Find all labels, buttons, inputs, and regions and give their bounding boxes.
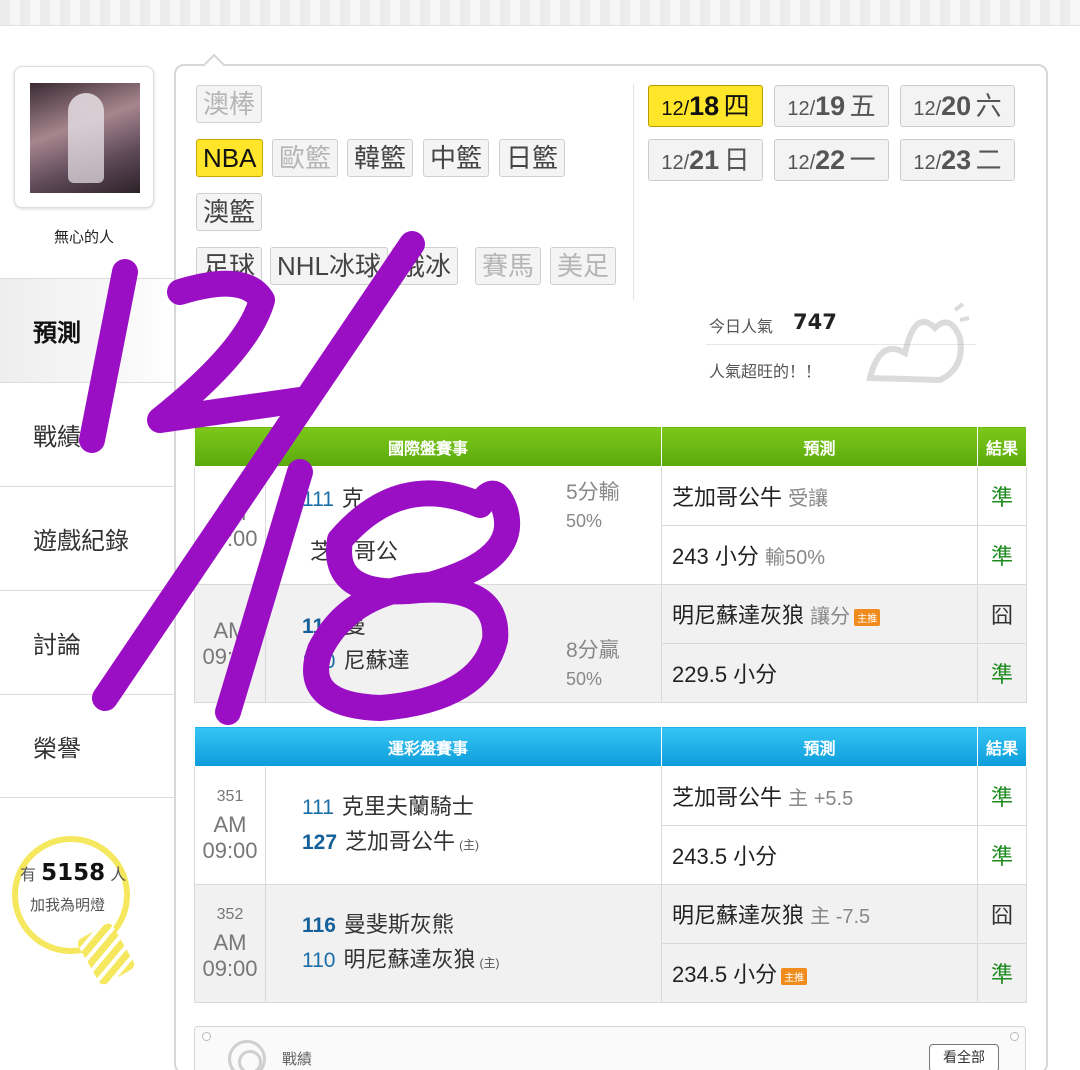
sidebar-menu: 預測 戰績 遊戲紀錄 討論 榮譽 [0, 278, 174, 798]
column-header-event: 運彩盤賽事 [193, 726, 663, 767]
game-time: AM 09:00 [194, 466, 266, 585]
intl-odds-table: 國際盤賽事 預測 結果 AM 09:00 111 克 芝加哥公 5分輸 50% 芝加… [193, 426, 1028, 703]
menu-item-honor[interactable]: 榮譽 [0, 694, 174, 798]
sport-tab-euro-basketball[interactable]: 歐籃 [272, 139, 339, 177]
column-header-prediction: 預測 [661, 726, 979, 767]
follow-caption: 加我為明燈 [30, 896, 106, 914]
prediction-cell: 芝加哥公牛 受讓 [661, 466, 979, 526]
sport-tab-horse-racing[interactable]: 賽馬 [475, 247, 542, 285]
prediction-cell: 234.5 小分 主推 [661, 943, 979, 1003]
date-tab-1221[interactable]: 12/21 日 [648, 139, 763, 181]
menu-item-game-log[interactable]: 遊戲紀錄 [0, 486, 174, 590]
column-header-result: 結果 [977, 426, 1028, 467]
column-header-event: 國際盤賽事 [193, 426, 663, 467]
sport-tab-japan-basketball[interactable]: 日籃 [499, 139, 566, 177]
prediction-cell: 明尼蘇達灰狼 主 -7.5 [661, 884, 979, 944]
mascot-icon [866, 302, 970, 384]
date-tab-1222[interactable]: 12/22 一 [774, 139, 889, 181]
table-row: AM 09:00 116 曼 110 尼蘇達 8分贏 50% 明尼蘇達灰狼 讓分 主推 … [194, 584, 1028, 703]
record-section [194, 1026, 1026, 1070]
popularity-count: 747 [793, 310, 837, 334]
corner-dot [1010, 1032, 1019, 1041]
menu-item-record[interactable]: 戰績 [0, 382, 174, 486]
table-row: 351 AM 09:00 111 克里夫蘭騎士 127 芝加哥公牛 (主) 芝加哥公牛 … [194, 766, 1028, 885]
popularity-label: 今日人氣 [709, 317, 774, 336]
column-header-prediction: 預測 [661, 426, 979, 467]
result-cell: 囧 [977, 884, 1028, 944]
popularity-message: 人氣超旺的！！ [709, 362, 822, 381]
sport-tab-korea-basketball[interactable]: 韓籃 [347, 139, 414, 177]
sport-tab-aus-basketball[interactable]: 澳籃 [196, 193, 263, 231]
result-cell: 準 [977, 825, 1028, 885]
column-header-result: 結果 [977, 726, 1028, 767]
spread-info: 5分輸 50% [566, 481, 620, 531]
featured-badge: 主推 [854, 608, 881, 626]
result-cell: 準 [977, 466, 1028, 526]
date-tab-1223[interactable]: 12/23 二 [900, 139, 1015, 181]
game-time: AM 09:00 [194, 584, 266, 703]
avatar-card[interactable] [14, 66, 154, 208]
result-cell: 囧 [977, 584, 1028, 644]
table-row: 352 AM 09:00 116 曼斐斯灰熊 110 明尼蘇達灰狼 (主) 明尼蘇達灰狼… [194, 884, 1028, 1003]
view-all-button[interactable]: 看全部 [929, 1044, 999, 1070]
menu-item-predict[interactable]: 預測 [0, 278, 174, 382]
corner-dot [202, 1032, 211, 1041]
username: 無心的人 [53, 228, 114, 246]
divider [633, 84, 634, 300]
matchup-cell: 116 曼 110 尼蘇達 8分贏 50% [264, 584, 663, 703]
prediction-cell: 229.5 小分 [661, 643, 979, 703]
featured-badge: 主推 [781, 967, 808, 985]
result-cell: 準 [977, 943, 1028, 1003]
date-tab-1219[interactable]: 12/19 五 [774, 85, 889, 127]
game-number-cell: 351 AM 09:00 [194, 766, 266, 885]
prediction-cell: 243 小分 輸50% [661, 525, 979, 585]
sport-tab-nhl[interactable]: NHL冰球 [270, 247, 389, 285]
result-cell: 準 [977, 766, 1028, 826]
table-row: AM 09:00 111 克 芝加哥公 5分輸 50% 芝加哥公牛 受讓 準 [194, 466, 1028, 585]
sport-tab-soccer[interactable]: 足球 [196, 247, 263, 285]
matchup-cell: 116 曼斐斯灰熊 110 明尼蘇達灰狼 (主) [264, 884, 663, 1003]
matchup-cell: 111 克里夫蘭騎士 127 芝加哥公牛 (主) [264, 766, 663, 885]
sport-tab-russia-hockey[interactable]: 俄冰 [392, 247, 459, 285]
top-decoration [0, 0, 1080, 26]
prediction-cell: 明尼蘇達灰狼 讓分 主推 [661, 584, 979, 644]
sport-tab-aus-baseball[interactable]: 澳棒 [196, 85, 263, 123]
avatar [30, 83, 140, 193]
prediction-cell: 243.5 小分 [661, 825, 979, 885]
follower-count: 有 5158 人 [20, 860, 127, 886]
date-tab-1218[interactable]: 12/18 四 [648, 85, 763, 127]
sport-tab-china-basketball[interactable]: 中籃 [423, 139, 490, 177]
record-title: 戰績 [282, 1050, 313, 1068]
lottery-odds-table: 運彩盤賽事 預測 結果 351 AM 09:00 111 克里夫蘭騎士 127 芝加哥… [193, 726, 1028, 1003]
result-cell: 準 [977, 525, 1028, 585]
date-tab-1220[interactable]: 12/20 六 [900, 85, 1015, 127]
matchup-cell: 111 克 芝加哥公 5分輸 50% [264, 466, 663, 585]
record-icon [228, 1040, 266, 1070]
spread-info: 8分贏 50% [566, 639, 620, 689]
result-cell: 準 [977, 643, 1028, 703]
sport-tab-nba[interactable]: NBA [196, 139, 264, 177]
follower-number: 5158 [41, 860, 106, 886]
sport-tab-american-football[interactable]: 美足 [550, 247, 617, 285]
prediction-cell: 芝加哥公牛 主 +5.5 [661, 766, 979, 826]
game-number-cell: 352 AM 09:00 [194, 884, 266, 1003]
menu-item-discussion[interactable]: 討論 [0, 590, 174, 694]
